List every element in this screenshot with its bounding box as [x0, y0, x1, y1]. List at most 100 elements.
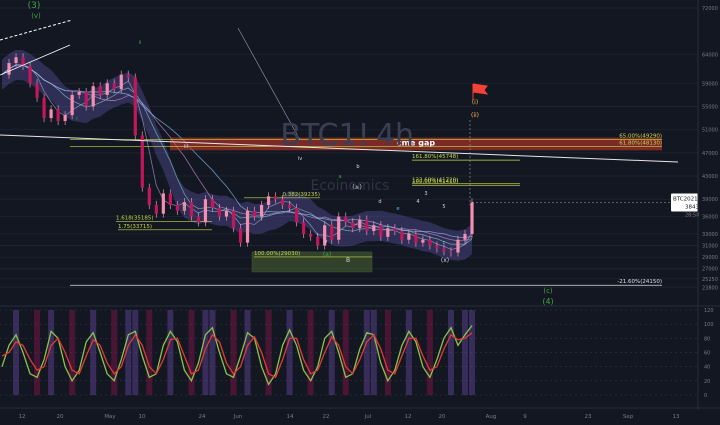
time-tick-label: 20	[57, 414, 64, 420]
candle-body	[407, 233, 411, 240]
price-tick-label: 64000	[702, 52, 718, 58]
time-tick-label: 12	[405, 414, 412, 420]
candle-body	[280, 199, 285, 205]
price-tick-label: 43000	[702, 174, 718, 180]
candle-body	[189, 202, 194, 217]
oscillator-tick-label: 20	[704, 379, 710, 385]
candle-body	[337, 216, 341, 240]
candle-body	[351, 222, 355, 229]
wave-label: 3	[424, 191, 427, 197]
time-tick-label: Jul	[364, 414, 372, 420]
candle-body	[112, 83, 116, 90]
candle-body	[224, 210, 229, 217]
fib-level-label: 100.00%(29030)	[254, 251, 300, 257]
price-tick-label: 36000	[702, 215, 718, 221]
wave-label: 4	[416, 199, 419, 205]
candle-body	[393, 228, 397, 232]
candle-body	[273, 196, 278, 200]
bar-countdown: 28:58	[685, 212, 699, 218]
time-tick-label: 13	[673, 414, 680, 420]
candle-body	[126, 74, 130, 78]
candle-body	[154, 204, 158, 214]
candle-body	[295, 207, 299, 223]
price-tick-label: 25250	[702, 277, 718, 283]
candle-body	[259, 204, 264, 217]
wave-label: (x)	[441, 257, 449, 264]
price-tick-label: 27000	[702, 267, 718, 273]
time-tick-label: 20	[439, 414, 446, 420]
time-tick-label: 23	[585, 414, 592, 420]
oscillator-tick-label: 120	[704, 308, 714, 314]
candle-body	[421, 239, 425, 243]
wave-label: (c)	[543, 287, 553, 295]
wave-label: b	[356, 164, 359, 170]
oscillator-zone-bar	[342, 310, 349, 395]
oscillator-zone-bar	[469, 310, 475, 395]
oscillator-zone-bar	[132, 310, 139, 395]
price-tick-label: 51000	[702, 128, 718, 134]
oscillator-zone-bar	[286, 310, 293, 395]
time-tick-label: 10	[139, 414, 146, 420]
candle-body	[456, 239, 460, 253]
candle-body	[28, 65, 32, 84]
brand-watermark: Ecoinomics	[311, 178, 390, 194]
price-tick-label: 31000	[702, 244, 718, 250]
oscillator-zone-bar	[461, 310, 468, 395]
last-price-symbol: BTC2021	[673, 196, 698, 202]
symbol-watermark: BTC1!	[280, 118, 369, 153]
oscillator-zone-bar	[167, 310, 174, 395]
candle-body	[266, 196, 271, 205]
fib-level-label: 1.618(35185)	[116, 215, 154, 221]
time-tick-label: Jun	[233, 414, 243, 420]
candle-body	[386, 228, 390, 237]
candle-body	[379, 225, 383, 237]
oscillator-zone-bar	[209, 310, 216, 395]
fib-level-label: 123.60%(41720)	[412, 177, 458, 183]
wave-label: (v)	[31, 12, 41, 20]
chart-canvas: cme gapB 0.382(39235)1.618(35185)1.75(33…	[0, 0, 720, 425]
candle-body	[238, 228, 243, 243]
candle-body	[49, 109, 53, 119]
oscillator-zone-bar	[90, 310, 97, 395]
oscillator-zone-bar	[363, 310, 370, 395]
oscillator-tick-label: 0	[704, 393, 707, 399]
candle-body	[7, 63, 11, 75]
candle-body	[98, 86, 102, 95]
candle-body	[91, 86, 95, 107]
candle-body	[365, 219, 369, 232]
wave-label: (a)	[323, 251, 331, 258]
oscillator-tick-label: 60	[704, 351, 710, 357]
time-tick-label: 22	[323, 414, 330, 420]
candle-body	[414, 233, 418, 243]
candle-body	[231, 210, 236, 229]
candle-body	[302, 222, 306, 234]
candle-body	[442, 248, 446, 252]
time-tick-label: Aug	[486, 414, 497, 420]
wave-label: (3)	[28, 1, 41, 11]
candle-body	[252, 210, 257, 217]
candle-body	[70, 94, 74, 116]
fib-level-label: -21.60%(24150)	[617, 279, 662, 285]
interval-watermark: 4h	[376, 118, 414, 153]
candle-body	[245, 210, 250, 243]
candle-body	[288, 204, 292, 208]
oscillator-zone-bar	[328, 310, 335, 395]
candle-body	[84, 92, 88, 107]
wave-label: d	[378, 199, 381, 205]
fib-level-label: 161.80%(45748)	[412, 154, 458, 160]
oscillator-zone-bar	[405, 310, 412, 395]
wave-label: iii	[184, 144, 188, 150]
fib-level-label: 65.00%(49290)	[619, 134, 662, 140]
price-tick-label: 55000	[702, 104, 718, 110]
candle-body	[63, 115, 67, 121]
price-tick-label: 47000	[702, 151, 718, 157]
oscillator-zone-bar	[447, 310, 454, 395]
price-tick-label: 23800	[702, 285, 718, 291]
candle-body	[203, 199, 208, 223]
oscillator-zone-bar	[13, 310, 20, 395]
candle-body	[140, 135, 144, 188]
candle-body	[175, 204, 179, 211]
wave-label: c	[443, 240, 446, 246]
wave-label: ii	[139, 40, 142, 46]
candle-body	[358, 219, 362, 229]
